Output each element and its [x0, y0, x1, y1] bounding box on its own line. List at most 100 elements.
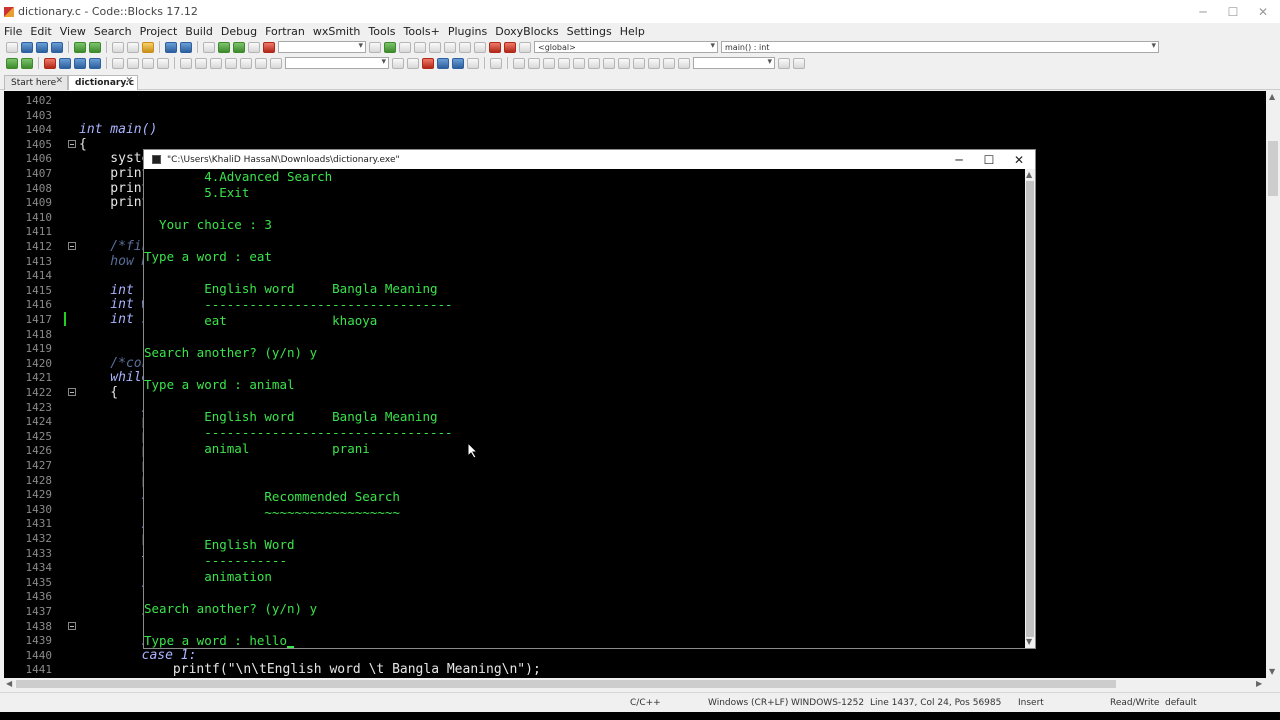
align-bottom-icon[interactable] [588, 57, 600, 69]
replace-icon[interactable] [180, 41, 192, 53]
fold-marker-icon[interactable] [68, 242, 76, 250]
save-all-icon[interactable] [51, 41, 63, 53]
cut-icon[interactable] [112, 41, 124, 53]
menu-wxsmith[interactable]: wxSmith [309, 25, 365, 38]
menu-project[interactable]: Project [136, 25, 182, 38]
scroll-down-arrow-icon[interactable]: ▼ [1026, 637, 1032, 646]
scroll-right-arrow-icon[interactable]: ▶ [1256, 679, 1262, 688]
close-button[interactable]: ✕ [1248, 0, 1278, 23]
debug-play-icon[interactable] [384, 41, 396, 53]
align-center-icon[interactable] [528, 57, 540, 69]
step-into-icon[interactable] [429, 41, 441, 53]
search-forward-icon[interactable] [407, 57, 419, 69]
console-output[interactable]: 4.Advanced Search 5.Exit Your choice : 3… [144, 169, 1025, 648]
menu-settings[interactable]: Settings [563, 25, 616, 38]
menu-plugins[interactable]: Plugins [444, 25, 491, 38]
step-out-icon[interactable] [444, 41, 456, 53]
doxy-block-icon[interactable] [157, 57, 169, 69]
copy-icon[interactable] [127, 41, 139, 53]
scroll-down-arrow-icon[interactable]: ▼ [1269, 667, 1275, 676]
doxy-comment-icon[interactable] [142, 57, 154, 69]
align-top-icon[interactable] [558, 57, 570, 69]
scroll-up-arrow-icon[interactable]: ▲ [1026, 170, 1032, 179]
pointer-tool-icon[interactable] [490, 57, 502, 69]
highlight-icon[interactable] [180, 57, 192, 69]
maximize-button[interactable]: ☐ [1218, 0, 1248, 23]
menu-doxyblocks[interactable]: DoxyBlocks [491, 25, 562, 38]
build-target-combo[interactable] [278, 41, 366, 53]
scroll-up-arrow-icon[interactable]: ▲ [1269, 92, 1275, 101]
toggle-bookmark-icon[interactable] [44, 57, 56, 69]
prev-bookmark-icon[interactable] [59, 57, 71, 69]
abort-icon[interactable] [263, 41, 275, 53]
stop-debugger-icon[interactable] [489, 41, 501, 53]
close-tab-icon[interactable]: ✕ [125, 76, 133, 86]
next-line-icon[interactable] [414, 41, 426, 53]
fold-marker-icon[interactable] [68, 139, 76, 148]
menu-view[interactable]: View [56, 25, 90, 38]
next-bookmark-icon[interactable] [74, 57, 86, 69]
jump-back-icon[interactable] [6, 57, 18, 69]
zoom-in-icon[interactable] [633, 57, 645, 69]
goto-prev-icon[interactable] [225, 57, 237, 69]
editor-horizontal-scrollbar[interactable]: ◀ ▶ [4, 678, 1266, 690]
fill-icon[interactable] [618, 57, 630, 69]
scroll-left-arrow-icon[interactable]: ◀ [6, 679, 12, 688]
scroll-thumb[interactable] [1026, 181, 1034, 637]
fold-marker-icon[interactable] [68, 621, 76, 630]
undo-icon[interactable] [74, 41, 86, 53]
console-minimize-button[interactable]: ─ [944, 150, 974, 169]
menu-search[interactable]: Search [90, 25, 136, 38]
scroll-thumb[interactable] [16, 680, 1116, 688]
tab-start-here[interactable]: Start here ✕ [4, 75, 68, 90]
fold-marker-icon[interactable] [68, 388, 76, 396]
wrench-icon[interactable] [210, 57, 222, 69]
paste-icon[interactable] [142, 41, 154, 53]
selection-icon[interactable] [195, 57, 207, 69]
scope-combo[interactable]: <global> [534, 41, 718, 53]
function-combo[interactable]: main() : int [721, 41, 1159, 53]
new-file-icon[interactable] [6, 41, 18, 53]
scroll-thumb[interactable] [1268, 141, 1278, 196]
run-icon[interactable] [218, 41, 230, 53]
build-and-run-icon[interactable] [233, 41, 245, 53]
tab-dictionary-c[interactable]: dictionary.c ✕ [68, 75, 138, 90]
pause-icon[interactable] [474, 41, 486, 53]
widget-combo[interactable] [693, 57, 775, 69]
clear-bookmarks-icon[interactable] [89, 57, 101, 69]
run-to-cursor-icon[interactable] [399, 41, 411, 53]
info-icon[interactable] [519, 41, 531, 53]
zoom-out-icon[interactable] [648, 57, 660, 69]
highlight-text-icon[interactable] [422, 57, 434, 69]
comment-icon[interactable] [112, 57, 124, 69]
menu-fortran[interactable]: Fortran [261, 25, 309, 38]
menu-file[interactable]: File [0, 25, 26, 38]
refresh-icon[interactable] [678, 57, 690, 69]
build-gear-icon[interactable] [203, 41, 215, 53]
menu-debug[interactable]: Debug [217, 25, 261, 38]
search-back-icon[interactable] [392, 57, 404, 69]
align-left-icon[interactable] [513, 57, 525, 69]
align-middle-icon[interactable] [573, 57, 585, 69]
goto-end-icon[interactable] [255, 57, 267, 69]
console-scrollbar[interactable]: ▲ ▼ [1025, 169, 1035, 648]
selected-text-icon[interactable] [437, 57, 449, 69]
search-icon[interactable] [778, 57, 790, 69]
align-right-icon[interactable] [543, 57, 555, 69]
menu-tools-plus[interactable]: Tools+ [400, 25, 444, 38]
jump-forward-icon[interactable] [21, 57, 33, 69]
console-close-button[interactable]: ✕ [1004, 150, 1034, 169]
save-icon[interactable] [36, 41, 48, 53]
uncomment-icon[interactable] [127, 57, 139, 69]
rebuild-icon[interactable] [248, 41, 260, 53]
minimize-button[interactable]: ─ [1188, 0, 1218, 23]
open-file-icon[interactable] [21, 41, 33, 53]
next-instruction-icon[interactable] [459, 41, 471, 53]
close-tab-icon[interactable]: ✕ [55, 76, 63, 86]
layout-icon[interactable] [663, 57, 675, 69]
find-icon[interactable] [165, 41, 177, 53]
menu-build[interactable]: Build [181, 25, 217, 38]
redo-icon[interactable] [89, 41, 101, 53]
editor-vertical-scrollbar[interactable]: ▲ ▼ [1266, 91, 1280, 678]
debug-window-icon[interactable] [369, 41, 381, 53]
